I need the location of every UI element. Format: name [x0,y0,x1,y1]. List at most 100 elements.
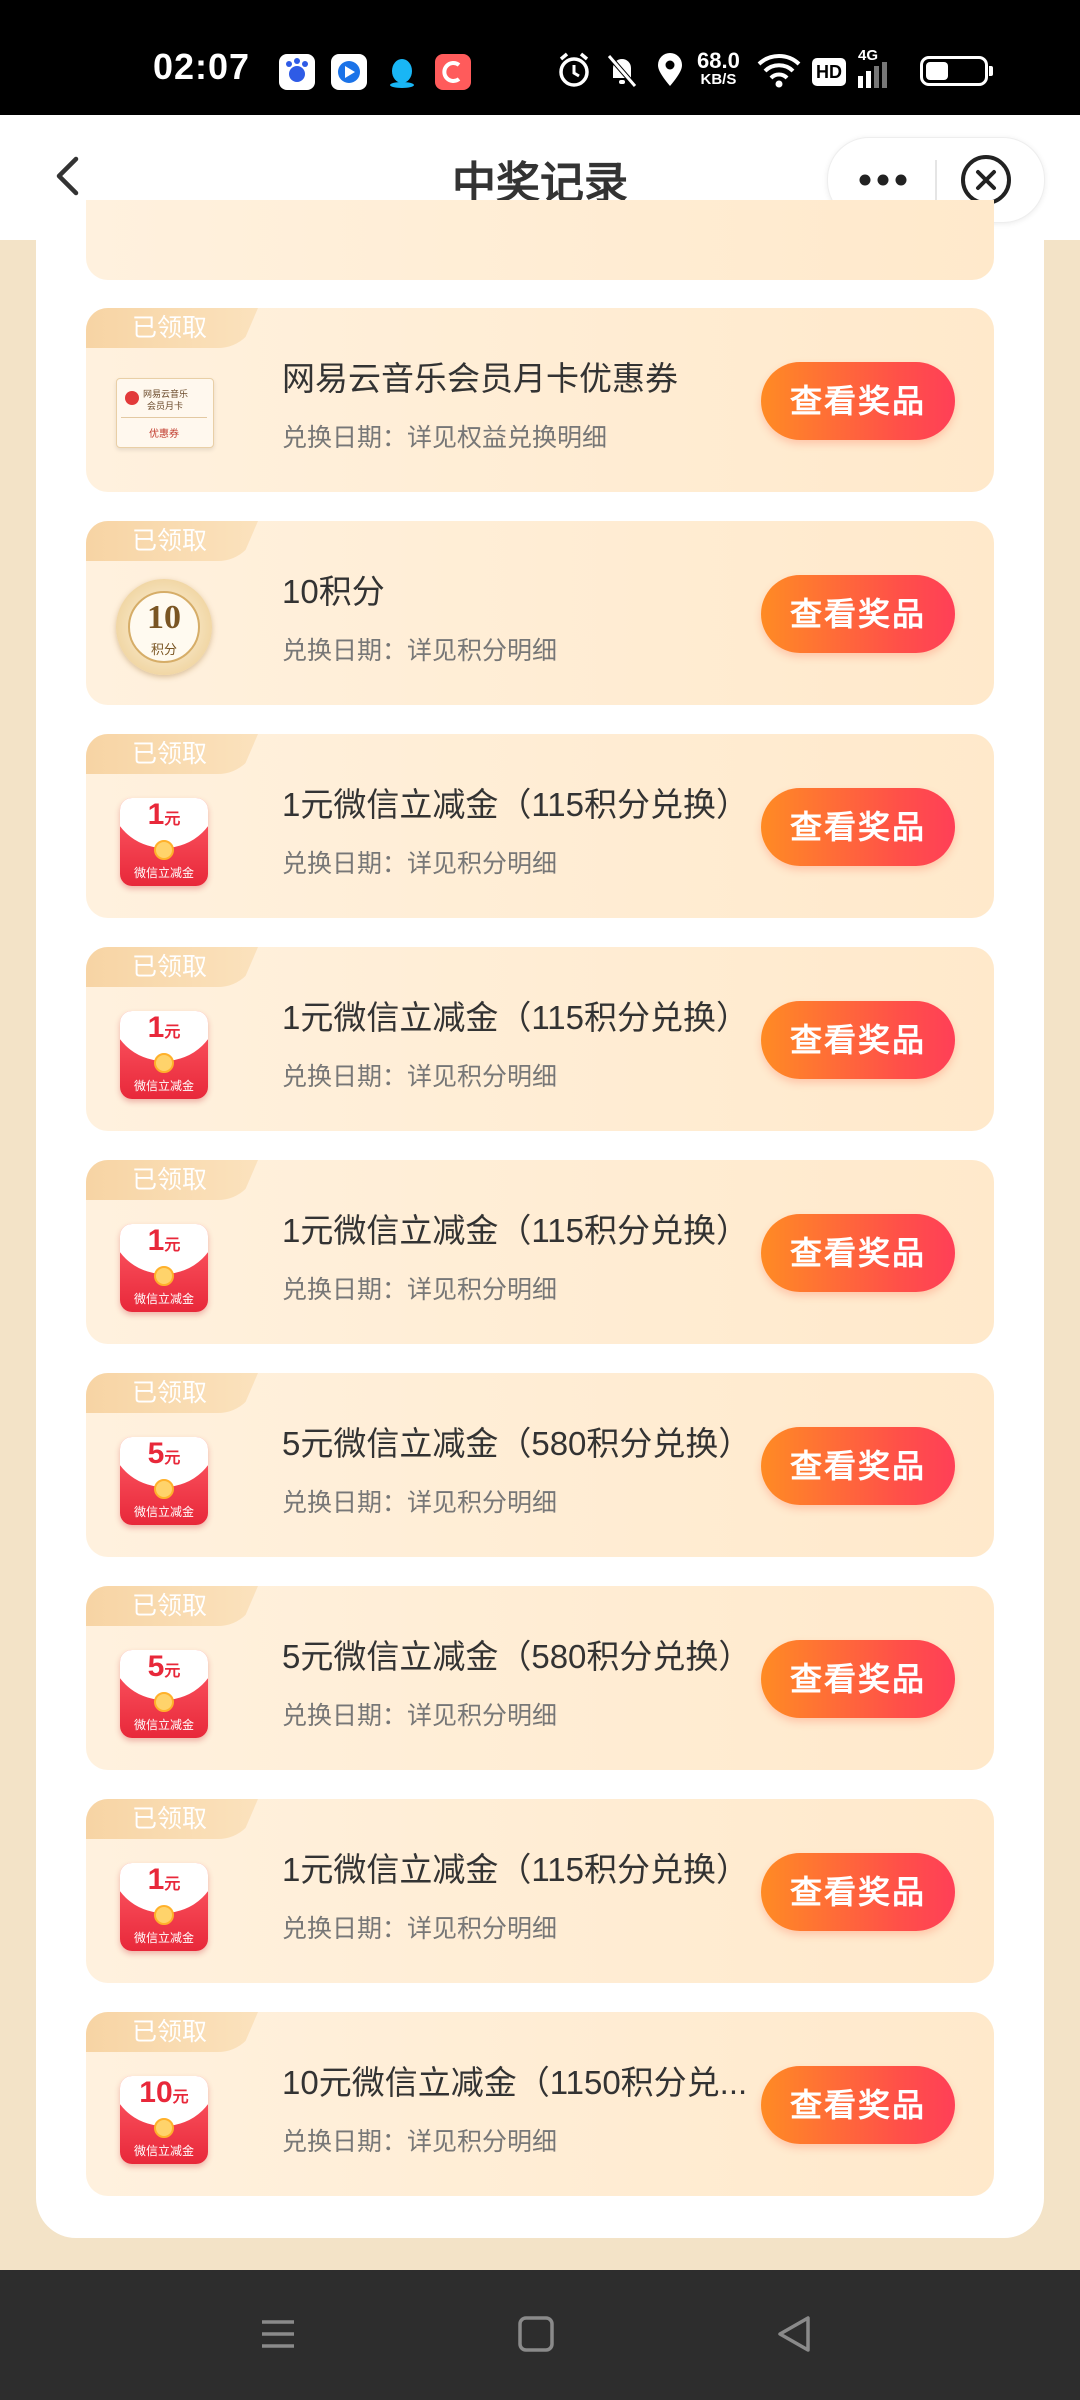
record-card: 已领取 网易云音乐 会员月卡 优惠券 网易云音乐会员月卡优惠券 兑换日期：详见权益兑… [86,308,994,492]
packet-value: 5 [147,1437,165,1470]
claimed-badge: 已领取 [86,521,258,561]
record-card: 已领取 10 积分 10积分 兑换日期：详见积分明细 查看奖品 [86,521,994,705]
home-icon[interactable] [514,2312,558,2356]
packet-amount: 1元 [120,1224,208,1258]
view-prize-button[interactable]: 查看奖品 [761,2066,955,2144]
packet-amount: 1元 [120,1863,208,1897]
network-type-label: 4G [858,47,879,64]
packet-amount: 5元 [120,1650,208,1684]
redeem-date: 兑换日期：详见积分明细 [282,1915,558,1943]
packet-amount: 1元 [120,798,208,832]
prize-name: 5元微信立减金（580积分兑换） [282,1425,752,1462]
coin-value: 10 [147,599,181,636]
packet-amount: 10元 [120,2076,208,2110]
view-prize-button[interactable]: 查看奖品 [761,1001,955,1079]
view-prize-button[interactable]: 查看奖品 [761,1427,955,1505]
back-triangle-icon[interactable] [772,2312,816,2356]
view-prize-button[interactable]: 查看奖品 [761,1214,955,1292]
wechat-red-packet-icon: 微信立减金 1元 [116,1005,212,1101]
network-type: 4G [858,48,898,88]
packet-value: 1 [147,798,165,831]
view-prize-button[interactable]: 查看奖品 [761,362,955,440]
menu-icon[interactable] [256,2312,300,2356]
record-card: 已领取 微信立减金 1元 1元微信立减金（115积分兑换） 兑换日期：详见积分明细… [86,734,994,918]
redeem-date: 兑换日期：详见积分明细 [282,1702,558,1730]
network-speed: 68.0 KB/S [697,50,740,88]
redeem-date: 兑换日期：详见权益兑换明细 [282,424,608,452]
more-options-icon[interactable] [848,160,918,200]
record-card: 已领取 微信立减金 1元 1元微信立减金（115积分兑换） 兑换日期：详见积分明细… [86,947,994,1131]
points-coin-icon: 10 积分 [116,579,212,675]
packet-label: 微信立减金 [133,1079,194,1093]
packet-unit: 元 [164,811,181,828]
redeem-date: 兑换日期：详见积分明细 [282,2128,558,2156]
claimed-badge: 已领取 [86,1160,258,1200]
view-prize-button[interactable]: 查看奖品 [761,1853,955,1931]
packet-unit: 元 [164,1876,181,1893]
packet-unit: 元 [164,1237,181,1254]
claimed-badge: 已领取 [86,308,258,348]
packet-value: 1 [147,1863,165,1896]
record-card-partial [86,200,994,280]
redeem-date: 兑换日期：详见积分明细 [282,637,558,665]
status-bar: 02:07 68.0 KB/S HD 4G [0,0,1080,115]
network-speed-unit: KB/S [700,71,737,88]
chat-app-icon [435,54,471,90]
mute-icon [607,54,637,88]
prize-name: 1元微信立减金（115积分兑换） [282,999,749,1036]
prize-name: 1元微信立减金（115积分兑换） [282,1851,749,1888]
wechat-red-packet-icon: 微信立减金 5元 [116,1644,212,1740]
coin-unit: 积分 [150,642,177,657]
packet-unit: 元 [164,1663,181,1680]
redeem-date: 兑换日期：详见积分明细 [282,1489,558,1517]
wechat-red-packet-icon: 微信立减金 1元 [116,1857,212,1953]
claimed-badge: 已领取 [86,734,258,774]
packet-label: 微信立减金 [133,2144,194,2158]
packet-value: 1 [147,1011,165,1044]
alarm-icon [559,52,589,87]
netease-music-coupon-icon: 网易云音乐 会员月卡 优惠券 [116,366,214,462]
claimed-badge: 已领取 [86,1586,258,1626]
packet-label: 微信立减金 [133,1505,194,1519]
location-icon [658,53,682,86]
packet-label: 微信立减金 [133,866,194,880]
system-nav-bar [0,2270,1080,2400]
prize-name: 网易云音乐会员月卡优惠券 [282,360,678,397]
packet-value: 1 [147,1224,165,1257]
prize-name: 10元微信立减金（1150积分兑... [282,2064,748,2101]
packet-unit: 元 [164,1024,181,1041]
coupon-line2: 会员月卡 [147,401,184,411]
wechat-red-packet-icon: 微信立减金 1元 [116,792,212,888]
claimed-badge: 已领取 [86,1799,258,1839]
prize-name: 1元微信立减金（115积分兑换） [282,1212,749,1249]
record-card: 已领取 微信立减金 5元 5元微信立减金（580积分兑换） 兑换日期：详见积分明细… [86,1373,994,1557]
close-icon[interactable] [960,154,1012,206]
claimed-badge: 已领取 [86,1373,258,1413]
view-prize-button[interactable]: 查看奖品 [761,1640,955,1718]
prize-name: 1元微信立减金（115积分兑换） [282,786,749,823]
record-card: 已领取 微信立减金 1元 1元微信立减金（115积分兑换） 兑换日期：详见积分明细… [86,1160,994,1344]
packet-amount: 5元 [120,1437,208,1471]
status-time: 02:07 [153,46,251,87]
redeem-date: 兑换日期：详见积分明细 [282,850,558,878]
wechat-red-packet-icon: 微信立减金 10元 [116,2070,212,2166]
wifi-icon [757,54,801,88]
hd-indicator: HD [812,58,846,86]
packet-unit: 元 [172,2089,189,2106]
prize-name: 10积分 [282,573,385,610]
record-card: 已领取 微信立减金 1元 1元微信立减金（115积分兑换） 兑换日期：详见积分明细… [86,1799,994,1983]
packet-value: 10 [139,2076,173,2109]
battery-level [926,62,948,80]
view-prize-button[interactable]: 查看奖品 [761,575,955,653]
wechat-red-packet-icon: 微信立减金 5元 [116,1431,212,1527]
claimed-badge: 已领取 [86,947,258,987]
network-speed-value: 68.0 [697,48,740,73]
battery-icon [920,56,993,86]
view-prize-button[interactable]: 查看奖品 [761,788,955,866]
redeem-date: 兑换日期：详见积分明细 [282,1276,558,1304]
coupon-tag: 优惠券 [149,429,179,440]
capsule-divider [935,160,937,202]
packet-value: 5 [147,1650,165,1683]
qq-app-icon [384,54,420,90]
redeem-date: 兑换日期：详见积分明细 [282,1063,558,1091]
